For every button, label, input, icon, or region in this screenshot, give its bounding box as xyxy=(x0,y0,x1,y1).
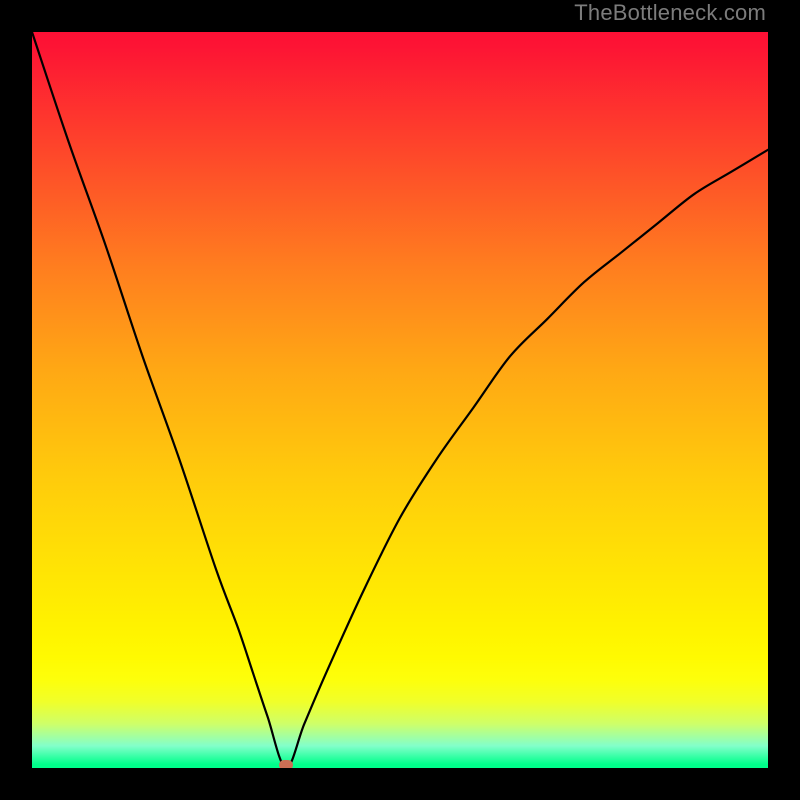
optimal-marker xyxy=(279,760,293,768)
plot-area xyxy=(32,32,768,768)
chart-frame: TheBottleneck.com xyxy=(0,0,800,800)
bottleneck-curve xyxy=(32,32,768,768)
watermark-text: TheBottleneck.com xyxy=(574,0,766,26)
curve-path xyxy=(32,32,768,768)
